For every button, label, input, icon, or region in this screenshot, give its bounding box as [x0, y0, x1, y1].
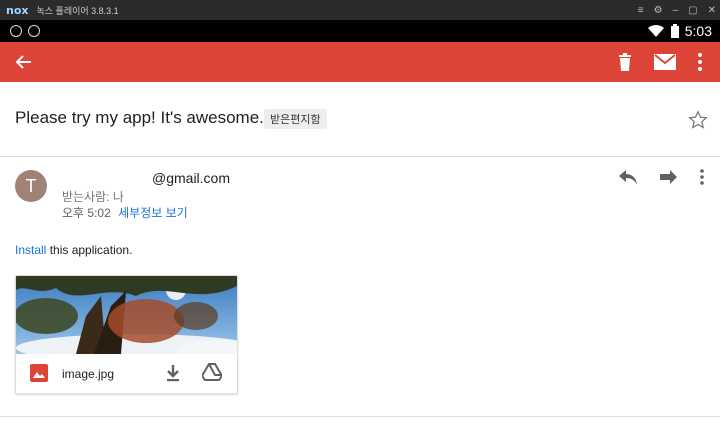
sender-email: @gmail.com	[152, 170, 231, 186]
attachment-name: image.jpg	[62, 367, 115, 381]
emulator-title-bar: nox 녹스 플레이어 3.8.3.1 ≡ ⚙ – ▢ ✕	[0, 0, 720, 20]
more-vert-icon[interactable]	[696, 52, 704, 72]
app-bar	[0, 42, 720, 82]
emulator-menu-icon[interactable]: ≡	[638, 5, 644, 16]
email-body: Install this application.	[15, 243, 132, 257]
reply-icon[interactable]	[618, 168, 638, 186]
emulator-settings-icon[interactable]: ⚙	[654, 5, 663, 16]
back-arrow-icon[interactable]	[14, 52, 34, 72]
time-row: 오후 5:02 세부정보 보기	[62, 204, 188, 221]
subject-row: Please try my app! It's awesome. 받은편지함	[0, 82, 720, 157]
download-icon[interactable]	[164, 363, 182, 383]
image-file-icon	[30, 364, 48, 382]
message-more-icon[interactable]	[698, 168, 706, 186]
recipients: 받는사람: 나	[62, 190, 124, 204]
notification-icon	[10, 25, 22, 37]
emulator-title: 녹스 플레이어 3.8.3.1	[36, 5, 119, 16]
install-link[interactable]: Install	[15, 243, 46, 257]
battery-icon	[670, 24, 679, 38]
emulator-window-controls: ≡ ⚙ – ▢ ✕	[638, 0, 716, 20]
drive-icon[interactable]	[202, 363, 222, 381]
email-time: 오후 5:02	[62, 206, 111, 220]
mail-icon[interactable]	[654, 54, 676, 70]
wifi-icon	[647, 24, 664, 37]
emulator-close-icon[interactable]: ✕	[708, 5, 716, 16]
attachment-thumbnail[interactable]	[16, 276, 237, 354]
star-icon[interactable]	[688, 110, 708, 130]
email-subject: Please try my app! It's awesome.	[15, 108, 264, 127]
attachment-card[interactable]: image.jpg	[15, 275, 238, 394]
trash-icon[interactable]	[615, 52, 635, 72]
emulator-minimize-icon[interactable]: –	[673, 5, 679, 16]
details-link[interactable]: 세부정보 보기	[118, 206, 188, 220]
emulator-maximize-icon[interactable]: ▢	[688, 5, 697, 16]
forward-icon[interactable]	[658, 168, 678, 186]
body-text: this application.	[46, 243, 133, 257]
inbox-label-chip[interactable]: 받은편지함	[264, 109, 327, 129]
bottom-divider	[0, 416, 720, 417]
sender-avatar[interactable]: T	[15, 170, 47, 202]
status-time: 5:03	[684, 23, 712, 39]
attachment-bar: image.jpg	[16, 354, 237, 393]
nox-logo: nox	[6, 3, 29, 17]
notification-icon-2	[28, 25, 40, 37]
android-status-bar: 5:03	[0, 20, 720, 42]
